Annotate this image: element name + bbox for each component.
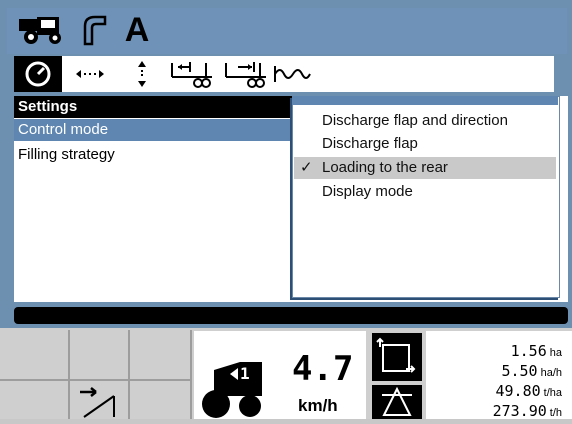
area-icon[interactable] xyxy=(372,333,422,381)
speedometer-icon xyxy=(25,61,51,87)
wave-icon xyxy=(274,66,311,82)
settings-item-filling-strategy[interactable]: Filling strategy xyxy=(14,144,294,166)
gear-indicator: 1 xyxy=(200,356,266,418)
stat-area-rate: 5.50 ha/h xyxy=(501,362,562,380)
dropdown-header-bar xyxy=(292,96,558,105)
trailer-front-icon xyxy=(171,62,212,88)
tractor-gear-icon xyxy=(202,362,262,418)
gear-label: 1 xyxy=(240,364,250,383)
settings-item-control-mode[interactable]: Control mode xyxy=(14,119,294,141)
softkey-divider xyxy=(128,330,130,419)
softkey-divider xyxy=(190,330,192,419)
auto-mode-icon[interactable]: A xyxy=(120,11,154,49)
option-discharge-flap[interactable]: Discharge flap xyxy=(294,133,556,155)
tab-speedometer[interactable] xyxy=(14,56,62,92)
tab-horizontal[interactable] xyxy=(70,56,110,92)
horizontal-scrollbar[interactable] xyxy=(14,307,568,324)
spout-icon[interactable] xyxy=(76,14,112,46)
trailer-rear-icon xyxy=(225,62,266,88)
stat-area: 1.56 ha xyxy=(510,342,562,360)
vertical-arrows-icon xyxy=(138,61,146,87)
option-loading-to-the-rear[interactable]: ✓ Loading to the rear xyxy=(294,157,556,179)
speed-unit: km/h xyxy=(298,396,338,415)
flap-toggle-button[interactable] xyxy=(74,384,124,419)
speed-value: 4.7 xyxy=(292,349,354,389)
softkey-divider xyxy=(68,330,70,419)
scale-icon[interactable] xyxy=(372,385,422,419)
check-icon: ✓ xyxy=(300,159,313,176)
settings-title: Settings xyxy=(14,96,294,118)
stat-yield: 49.80 t/ha xyxy=(495,382,562,400)
tab-wave[interactable] xyxy=(270,56,314,92)
harvester-icon[interactable] xyxy=(16,14,68,46)
horizontal-arrows-icon xyxy=(76,70,104,78)
softkey-divider xyxy=(0,379,190,381)
option-discharge-flap-and-direction[interactable]: Discharge flap and direction xyxy=(294,110,556,132)
tab-trailer-front[interactable] xyxy=(166,56,216,92)
stat-throughput: 273.90 t/h xyxy=(492,402,562,420)
tab-trailer-rear[interactable] xyxy=(220,56,270,92)
option-display-mode[interactable]: Display mode xyxy=(294,181,556,203)
tab-vertical[interactable] xyxy=(126,56,158,92)
flap-toggle-icon xyxy=(80,387,115,418)
